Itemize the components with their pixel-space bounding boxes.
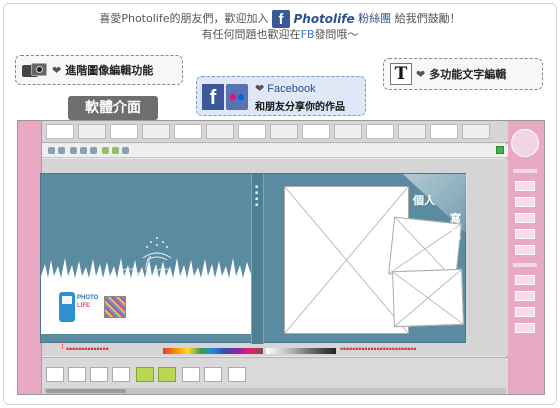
- panel-divider: [513, 263, 537, 267]
- tool-icon[interactable]: [80, 147, 87, 154]
- layout-thumbnail[interactable]: [78, 124, 106, 139]
- left-page[interactable]: PHOTO LIFE: [41, 174, 251, 344]
- page-thumbnail[interactable]: [90, 367, 108, 382]
- invite-text: 喜愛Photolife的朋友們，歡迎加入: [99, 12, 269, 25]
- flickr-icon: [226, 84, 248, 110]
- logo-text: LIFE: [77, 303, 90, 309]
- layout-thumbnail[interactable]: [334, 124, 362, 139]
- heart-icon: ❤: [255, 83, 265, 95]
- panel-control[interactable]: [515, 181, 535, 191]
- layout-thumbnail[interactable]: [430, 124, 458, 139]
- tool-icon[interactable]: [112, 147, 119, 154]
- undo-icon[interactable]: [48, 147, 55, 154]
- photolife-brand[interactable]: Photolife: [293, 12, 354, 26]
- heart-icon: ❤: [52, 63, 62, 77]
- color-palette[interactable]: [163, 348, 263, 354]
- layout-thumbnail[interactable]: [302, 124, 330, 139]
- question-text-end: 發問哦～: [314, 28, 359, 41]
- heart-icon: ❤: [416, 67, 426, 81]
- right-sidebar[interactable]: [506, 121, 544, 394]
- header-question-line: 有任何問題也歡迎在FB發問哦～: [0, 26, 560, 42]
- photo-caption-xie[interactable]: 寫真: [450, 210, 465, 242]
- tool-icon[interactable]: [70, 147, 77, 154]
- tool-icon[interactable]: [102, 147, 109, 154]
- facebook-share-subtitle: 和朋友分享你的作品: [255, 102, 345, 113]
- fb-link[interactable]: FB: [301, 28, 315, 41]
- invite-text-end: 給我們鼓勵！: [394, 12, 461, 25]
- facebook-icon: f: [202, 84, 224, 110]
- tool-icon[interactable]: [122, 147, 129, 154]
- panel-control[interactable]: [515, 323, 535, 333]
- page-thumbnail[interactable]: [204, 367, 222, 382]
- facebook-title-text: Facebook: [267, 83, 316, 95]
- panel-control[interactable]: [515, 197, 535, 207]
- scrollbar-thumb[interactable]: [46, 389, 126, 393]
- fans-page-link[interactable]: 粉絲團: [358, 12, 391, 25]
- image-editing-label: 進階圖像編輯功能: [65, 64, 154, 77]
- photo-caption-ge[interactable]: 個人: [413, 192, 435, 208]
- grayscale-palette[interactable]: [266, 348, 336, 354]
- tool-icon[interactable]: [90, 147, 97, 154]
- text-editing-label: 多功能文字編輯: [429, 68, 507, 81]
- question-text: 有任何問題也歡迎在: [201, 28, 301, 41]
- book-spine[interactable]: ▪ ▪ ▪ ▪: [251, 174, 264, 344]
- bleed-note: ▪▪▪▪▪▪▪▪▪▪▪▪▪▪▪▪▪▪▪▪▪▪▪▪▪: [340, 347, 417, 352]
- page-thumbnail[interactable]: [46, 367, 64, 382]
- qr-code: [104, 296, 126, 318]
- layout-thumbnail-strip[interactable]: [42, 121, 508, 143]
- layout-thumbnail[interactable]: [366, 124, 394, 139]
- photolife-logo: PHOTO LIFE: [59, 292, 99, 328]
- page-thumbnail-strip[interactable]: [42, 357, 508, 394]
- layout-thumbnail[interactable]: [238, 124, 266, 139]
- page-thumbnail[interactable]: [112, 367, 130, 382]
- page-thumbnail[interactable]: [228, 367, 246, 382]
- layout-thumbnail[interactable]: [46, 124, 74, 139]
- app-screenshot: PHOTO LIFE ▪ ▪ ▪ ▪ 個人 寫真 ▪▪▪▪▪▪▪▪▪▪▪▪▪▪ …: [17, 120, 545, 395]
- panel-control[interactable]: [515, 245, 535, 255]
- page-thumbnail-selected[interactable]: [136, 367, 154, 382]
- bleed-note: ▪▪▪▪▪▪▪▪▪▪▪▪▪▪: [66, 347, 109, 352]
- layout-thumbnail[interactable]: [110, 124, 138, 139]
- facebook-share-box: f ❤ Facebook 和朋友分享你的作品: [196, 76, 366, 116]
- panel-control[interactable]: [515, 213, 535, 223]
- layout-thumbnail[interactable]: [398, 124, 426, 139]
- spine-title: ▪ ▪ ▪ ▪: [255, 184, 259, 208]
- left-sidebar[interactable]: [18, 121, 42, 394]
- editor-toolbar: [42, 144, 508, 158]
- logo-text: PHOTO: [77, 295, 99, 301]
- zoom-dial[interactable]: [511, 129, 539, 157]
- layout-thumbnail[interactable]: [270, 124, 298, 139]
- software-interface-callout: 軟體介面: [68, 96, 158, 120]
- page-thumbnail[interactable]: [68, 367, 86, 382]
- panel-control[interactable]: [515, 307, 535, 317]
- layout-thumbnail[interactable]: [206, 124, 234, 139]
- panel-control[interactable]: [515, 291, 535, 301]
- confirm-icon[interactable]: [496, 146, 504, 154]
- redo-icon[interactable]: [58, 147, 65, 154]
- text-editing-badge: T ❤ 多功能文字編輯: [383, 58, 543, 90]
- page-thumbnail-selected[interactable]: [158, 367, 176, 382]
- facebook-share-title: ❤ Facebook: [255, 82, 316, 95]
- logo-strip: PHOTO LIFE: [41, 288, 251, 334]
- album-page-spread[interactable]: PHOTO LIFE ▪ ▪ ▪ ▪ 個人 寫真: [40, 173, 467, 344]
- panel-control[interactable]: [515, 229, 535, 239]
- photo-placeholder-small[interactable]: [392, 268, 464, 328]
- layout-thumbnail[interactable]: [462, 124, 490, 139]
- panel-control[interactable]: [515, 275, 535, 285]
- tree-ornament: [142, 237, 172, 261]
- layout-thumbnail[interactable]: [142, 124, 170, 139]
- image-editing-badge: ❤ 進階圖像編輯功能: [15, 55, 183, 85]
- layout-thumbnail[interactable]: [174, 124, 202, 139]
- text-tool-icon: T: [390, 63, 412, 85]
- page-thumbnail[interactable]: [182, 367, 200, 382]
- camera-icon: [22, 62, 48, 78]
- panel-divider: [513, 169, 537, 173]
